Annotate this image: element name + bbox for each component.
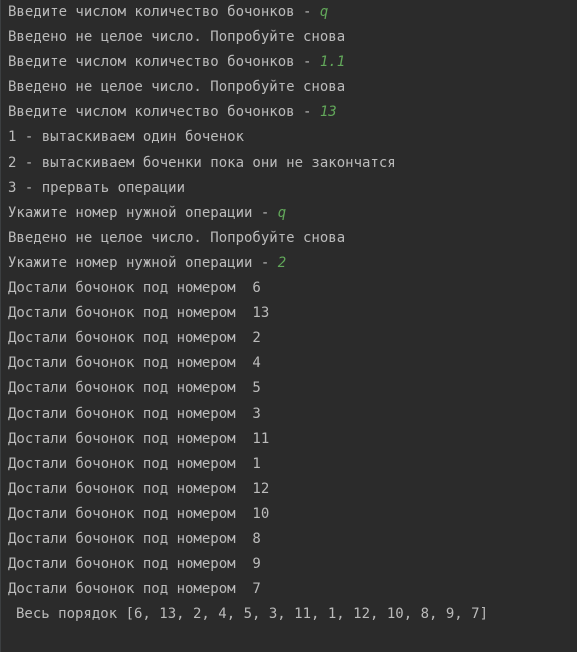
console-line-text: Достали бочонок под номером 11 <box>8 430 270 447</box>
console-line: Введите числом количество бочонков - 13 <box>8 100 577 125</box>
console-line-text: Достали бочонок под номером 10 <box>8 505 270 522</box>
console-line-text: Введено не целое число. Попробуйте снова <box>8 29 346 46</box>
console-line-text: 2 - вытаскиваем боченки пока они не зако… <box>8 154 396 171</box>
order-summary-line: Весь порядок [6, 13, 2, 4, 5, 3, 11, 1, … <box>16 606 489 623</box>
user-input-text: 13 <box>319 104 337 121</box>
console-line: Достали бочонок под номером 10 <box>8 502 577 527</box>
console-line: Укажите номер нужной операции - 2 <box>8 251 577 276</box>
console-line-text: Введите числом количество бочонков - <box>8 104 320 121</box>
console-line: Достали бочонок под номером 4 <box>8 351 577 376</box>
console-line: Достали бочонок под номером 1 <box>8 452 577 477</box>
console-line-text: Достали бочонок под номером 2 <box>8 330 261 347</box>
console-line: Достали бочонок под номером 13 <box>8 301 577 326</box>
console-line: Достали бочонок под номером 6 <box>8 276 577 301</box>
console-line-text: Достали бочонок под номером 5 <box>8 380 261 397</box>
console-line-text: Достали бочонок под номером 12 <box>8 480 270 497</box>
console-line-text: Введите числом количество бочонков - <box>8 4 320 20</box>
console-line-text: Достали бочонок под номером 1 <box>8 455 261 472</box>
user-input-text: q <box>277 204 287 221</box>
console-line: Достали бочонок под номером 12 <box>8 477 577 502</box>
console-line: 2 - вытаскиваем боченки пока они не зако… <box>8 151 577 176</box>
console-line-text: Достали бочонок под номером 13 <box>8 305 270 322</box>
console-line: Введите числом количество бочонков - q <box>8 0 577 25</box>
console-line-text: Достали бочонок под номером 7 <box>8 581 261 598</box>
user-input-text: q <box>319 4 329 20</box>
user-input-text: 2 <box>277 254 287 271</box>
console-output-panel[interactable]: Введите числом количество бочонков - q В… <box>0 0 577 652</box>
console-line-text: Достали бочонок под номером 6 <box>8 280 261 297</box>
console-line-text: Достали бочонок под номером 4 <box>8 355 261 372</box>
console-line: Достали бочонок под номером 8 <box>8 527 577 552</box>
console-line: Достали бочонок под номером 3 <box>8 402 577 427</box>
console-line: Достали бочонок под номером 2 <box>8 326 577 351</box>
console-line-text: Достали бочонок под номером 9 <box>8 556 261 573</box>
console-line: Введено не целое число. Попробуйте снова <box>8 226 577 251</box>
console-line: Достали бочонок под номером 9 <box>8 552 577 577</box>
console-lines: Введите числом количество бочонков - q В… <box>8 0 577 627</box>
console-line-text: Достали бочонок под номером 8 <box>8 530 261 547</box>
console-line-text: Введите числом количество бочонков - <box>8 54 320 71</box>
console-line: Введено не целое число. Попробуйте снова <box>8 75 577 100</box>
console-line: Введите числом количество бочонков - 1.1 <box>8 50 577 75</box>
console-line: Достали бочонок под номером 11 <box>8 427 577 452</box>
console-line-text: Введено не целое число. Попробуйте снова <box>8 79 346 96</box>
user-input-text: 1.1 <box>319 54 346 71</box>
console-line-text: 3 - прервать операции <box>8 179 186 196</box>
console-line-text: 1 - вытаскиваем один боченок <box>8 129 245 146</box>
console-line: Достали бочонок под номером 7 <box>8 577 577 602</box>
console-line-text: Укажите номер нужной операции - <box>8 254 278 271</box>
console-line: Достали бочонок под номером 5 <box>8 376 577 401</box>
console-line-text: Введено не целое число. Попробуйте снова <box>8 229 346 246</box>
console-line-text: Укажите номер нужной операции - <box>8 204 278 221</box>
console-line: 3 - прервать операции <box>8 176 577 201</box>
console-line: Введено не целое число. Попробуйте снова <box>8 25 577 50</box>
console-line: 1 - вытаскиваем один боченок <box>8 125 577 150</box>
console-line: Укажите номер нужной операции - q <box>8 201 577 226</box>
console-line-text: Достали бочонок под номером 3 <box>8 405 261 422</box>
